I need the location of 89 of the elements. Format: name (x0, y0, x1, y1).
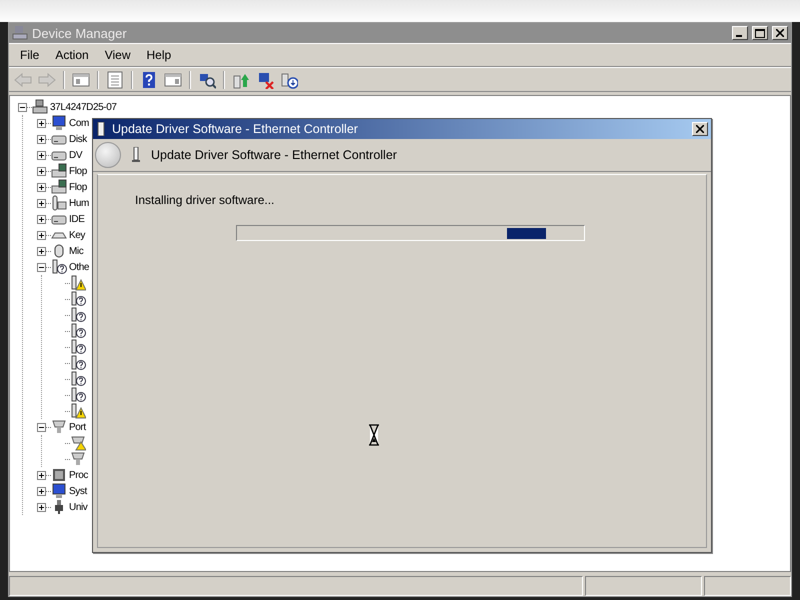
floppy-drive-icon (51, 163, 67, 179)
tree-item[interactable]: Mic (69, 246, 84, 256)
plus-icon (39, 472, 44, 478)
plus-icon (39, 184, 44, 190)
device-question-icon (51, 259, 67, 275)
menu-item[interactable]: File (13, 48, 46, 62)
monitor-icon (51, 115, 67, 131)
plus-icon (39, 216, 44, 222)
expand-box[interactable] (37, 486, 46, 496)
tree-item[interactable]: Proc (69, 470, 88, 480)
expand-box[interactable] (37, 502, 46, 512)
disable-device-icon[interactable] (280, 70, 298, 88)
expand-box[interactable] (37, 166, 46, 176)
properties-icon[interactable] (106, 70, 124, 88)
menu-item[interactable]: View (98, 48, 138, 62)
minus-icon (39, 264, 44, 270)
device-question-icon (70, 355, 86, 371)
tree-item[interactable]: Othe (69, 262, 90, 272)
menu-item[interactable]: Action (48, 48, 96, 62)
tree-item[interactable]: Flop (69, 166, 87, 176)
expand-box[interactable] (37, 230, 46, 240)
plus-icon (39, 120, 44, 126)
plus-icon (39, 504, 44, 510)
tree-item[interactable]: Syst (69, 486, 87, 496)
floppy-drive-icon (51, 179, 67, 195)
menu-item[interactable]: Help (140, 48, 178, 62)
maximize-button[interactable] (752, 26, 768, 40)
plus-icon (39, 136, 44, 142)
collapse-box[interactable] (37, 422, 46, 432)
plus-icon (39, 168, 44, 174)
port-icon (51, 419, 67, 435)
hourglass-icon (368, 424, 380, 446)
plus-icon (39, 200, 44, 206)
device-warning-icon (70, 403, 86, 419)
expand-box[interactable] (37, 214, 46, 224)
device-question-icon (70, 307, 86, 323)
tree-item[interactable]: DV (69, 150, 82, 160)
device-question-icon (70, 323, 86, 339)
device-question-icon (70, 387, 86, 403)
device-question-icon (70, 339, 86, 355)
action-pane-icon[interactable] (164, 70, 182, 88)
device-question-icon (70, 371, 86, 387)
tree-item[interactable]: Com (69, 118, 89, 128)
dialog-heading: Update Driver Software - Ethernet Controller (151, 148, 397, 162)
status-message: Installing driver software... (135, 193, 276, 207)
close-button[interactable] (692, 122, 708, 136)
tree-item[interactable]: Disk (69, 134, 87, 144)
minus-icon (20, 104, 25, 110)
expand-box[interactable] (37, 182, 46, 192)
device-icon (131, 147, 141, 163)
tree-item[interactable]: Flop (69, 182, 87, 192)
close-button[interactable] (772, 26, 788, 40)
expand-box[interactable] (37, 134, 46, 144)
expand-box[interactable] (37, 150, 46, 160)
tree-item[interactable]: 37L4247D25-07 (50, 102, 117, 112)
minimize-button[interactable] (732, 26, 748, 40)
expand-box[interactable] (37, 118, 46, 128)
port-icon (70, 451, 86, 467)
computer-icon (32, 99, 48, 115)
monitor-icon (51, 483, 67, 499)
tree-item[interactable]: Univ (69, 502, 88, 512)
chip-icon (51, 467, 67, 483)
console-tree-icon[interactable] (72, 70, 90, 88)
device-question-icon (70, 291, 86, 307)
tree-item[interactable]: Port (69, 422, 86, 432)
maximize-icon (755, 28, 765, 38)
plus-icon (39, 232, 44, 238)
expand-box[interactable] (37, 246, 46, 256)
close-icon (776, 29, 784, 37)
expand-box[interactable] (37, 198, 46, 208)
plus-icon (39, 248, 44, 254)
tree-item[interactable]: IDE (69, 214, 84, 224)
device-icon (96, 122, 106, 136)
dialog-title: Update Driver Software - Ethernet Controller (112, 122, 359, 136)
minus-icon (39, 424, 44, 430)
help-icon[interactable] (140, 70, 158, 88)
input-device-icon (51, 195, 67, 211)
collapse-box[interactable] (18, 102, 27, 112)
collapse-box[interactable] (37, 262, 46, 272)
plus-icon (39, 488, 44, 494)
expand-box[interactable] (37, 470, 46, 480)
device-warning-icon (70, 275, 86, 291)
port-warning-icon (70, 435, 86, 451)
tree-item[interactable]: Hum (69, 198, 89, 208)
uninstall-icon[interactable] (256, 70, 274, 88)
tree-item[interactable]: Key (69, 230, 86, 240)
window-title: Device Manager (32, 26, 128, 40)
plus-icon (39, 152, 44, 158)
close-icon (696, 125, 704, 133)
